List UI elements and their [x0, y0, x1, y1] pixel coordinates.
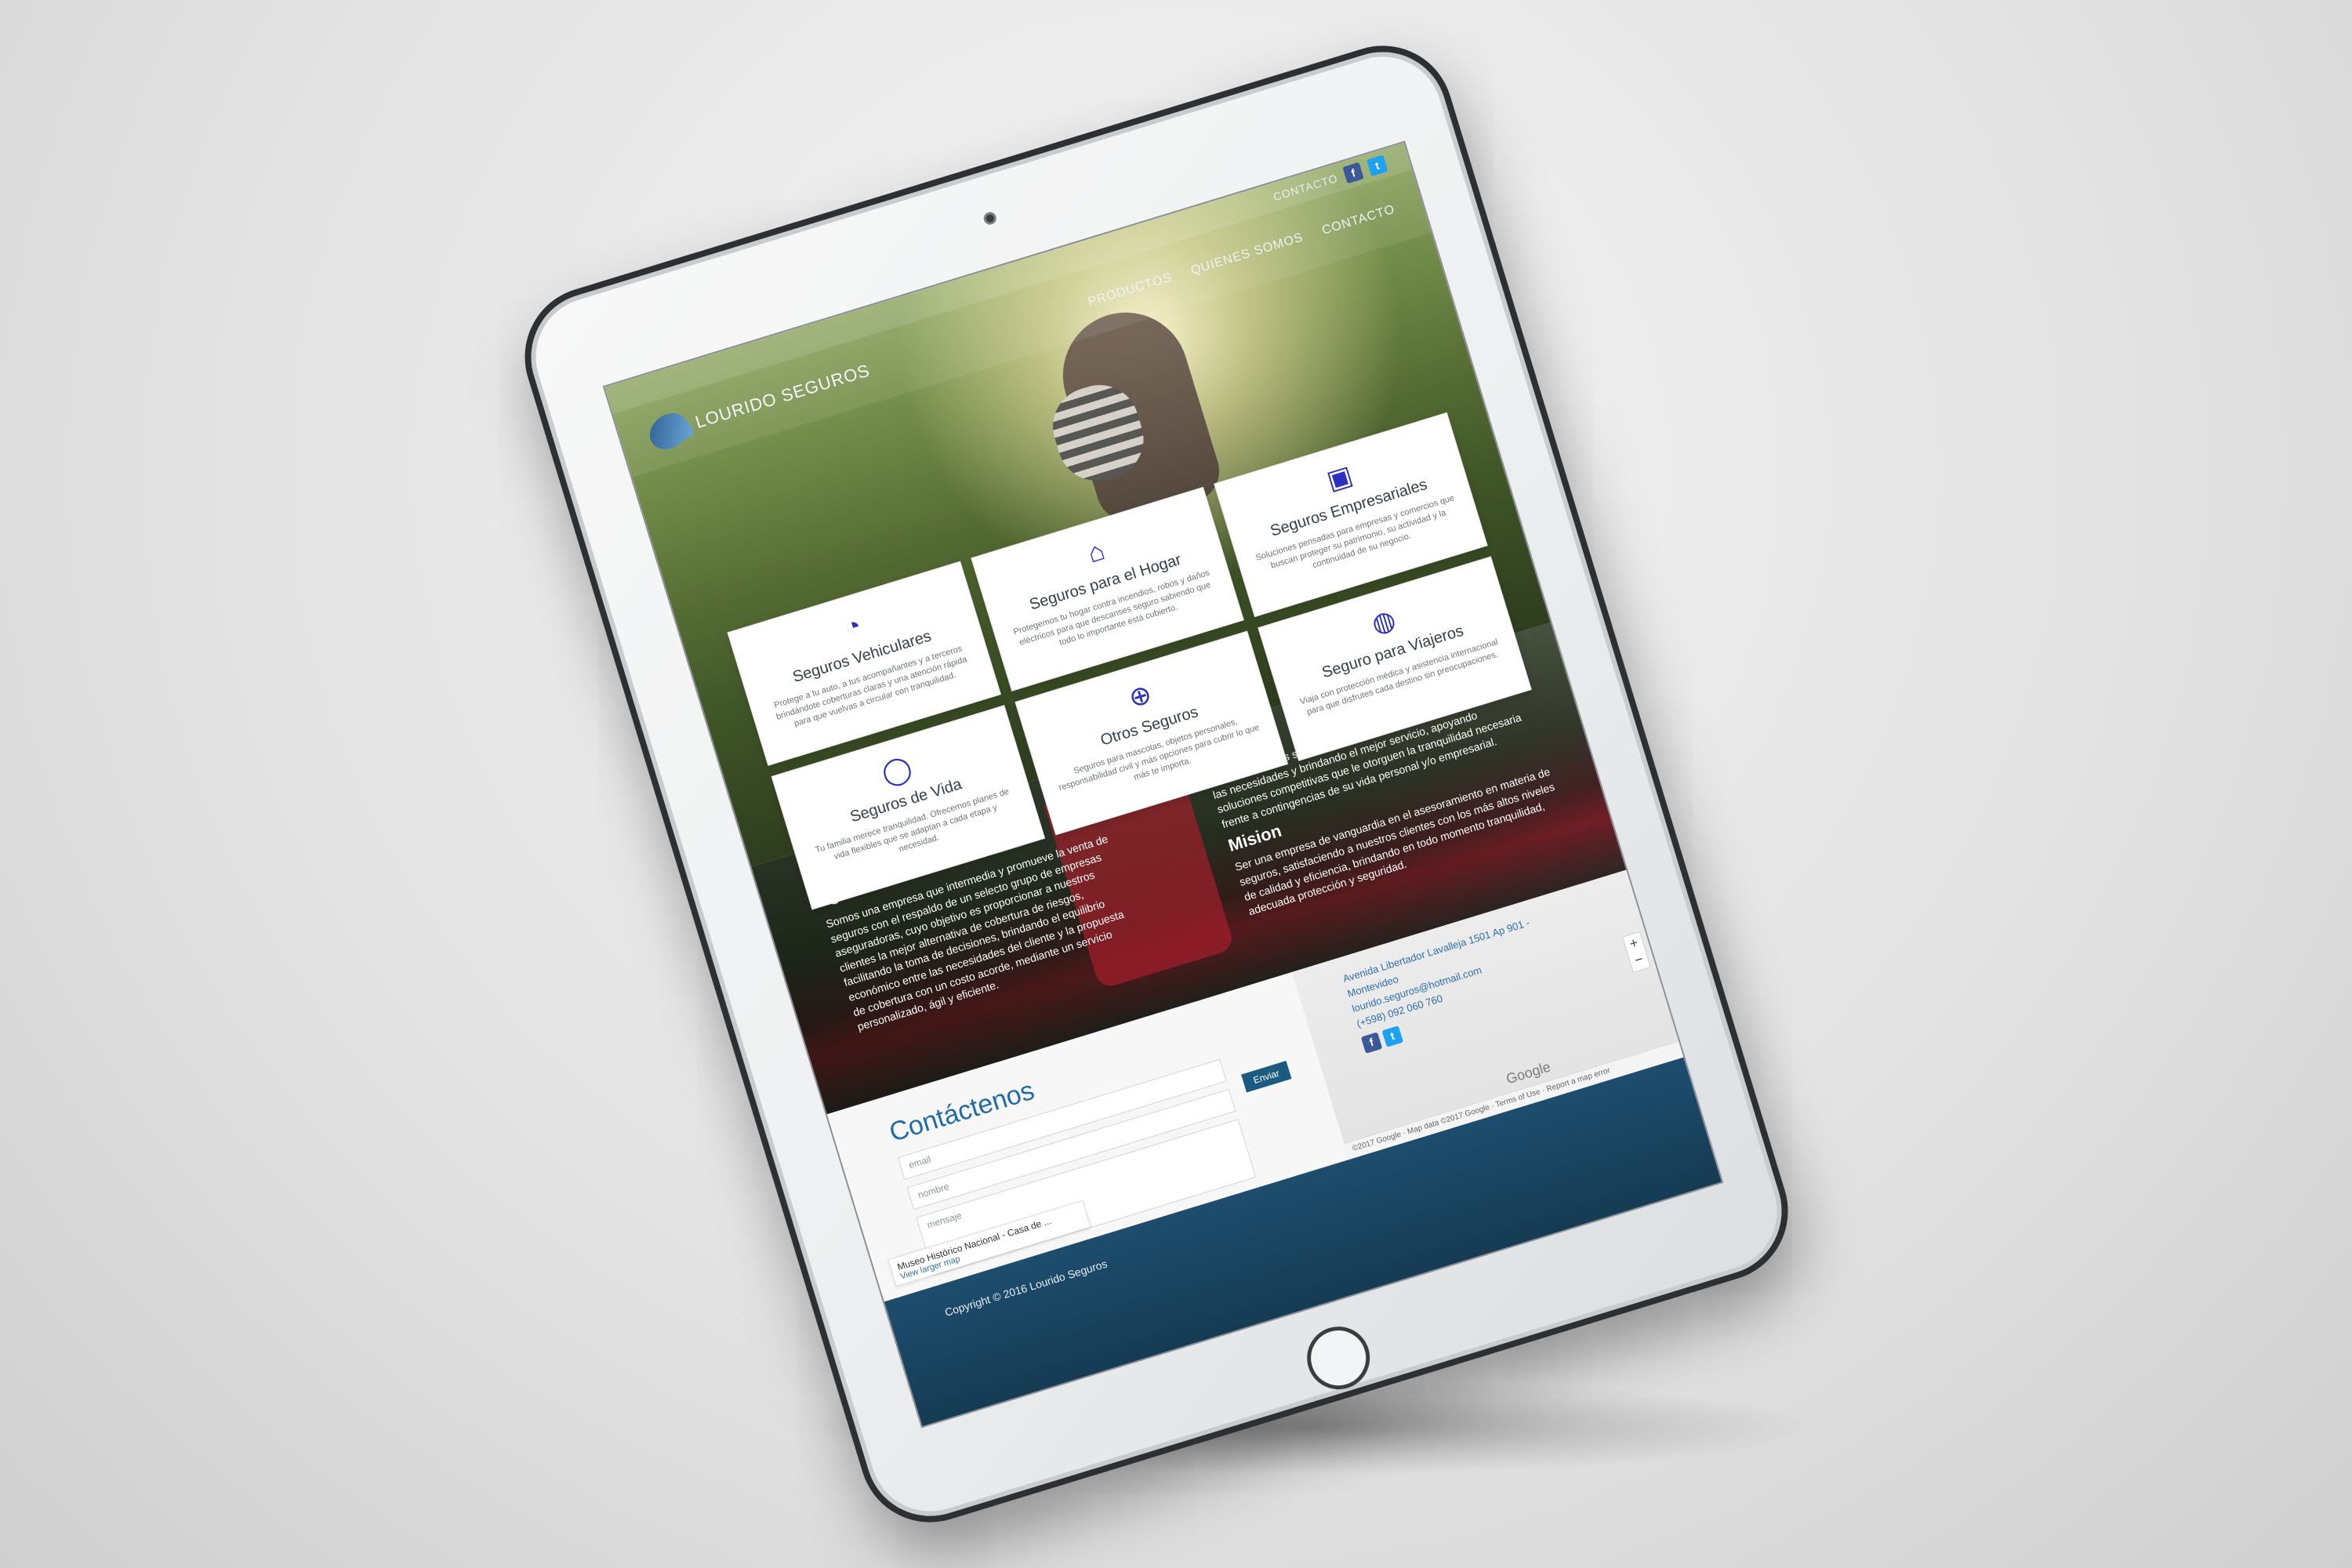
tablet-device: CONTACTO f t LOURIDO SEGUROS PRODUCTOS Q… [507, 28, 1806, 1540]
send-button[interactable]: Enviar [1241, 1061, 1292, 1093]
home-button[interactable] [1299, 1319, 1378, 1398]
brand-logo-icon [642, 405, 695, 457]
facebook-icon[interactable]: f [1360, 1032, 1383, 1054]
camera-icon [982, 210, 998, 227]
nav-productos[interactable]: PRODUCTOS [1087, 270, 1174, 310]
tablet-screen: CONTACTO f t LOURIDO SEGUROS PRODUCTOS Q… [602, 140, 1724, 1428]
twitter-icon[interactable]: t [1366, 154, 1388, 176]
plus-circle-icon: ⊕ [1125, 678, 1156, 714]
globe-icon: ◍ [1368, 604, 1399, 640]
speedometer-icon: ◔ [840, 610, 866, 644]
facebook-icon[interactable]: f [1342, 162, 1364, 184]
zoom-control[interactable]: + − [1621, 931, 1651, 973]
home-icon: ⌂ [1083, 535, 1109, 569]
person-icon: ◯ [878, 752, 916, 789]
nav-quienes-somos[interactable]: QUIENES SOMOS [1189, 230, 1305, 278]
nav-contacto[interactable]: CONTACTO [1320, 202, 1396, 238]
twitter-icon[interactable]: t [1381, 1025, 1403, 1047]
briefcase-icon: ▣ [1323, 459, 1356, 496]
